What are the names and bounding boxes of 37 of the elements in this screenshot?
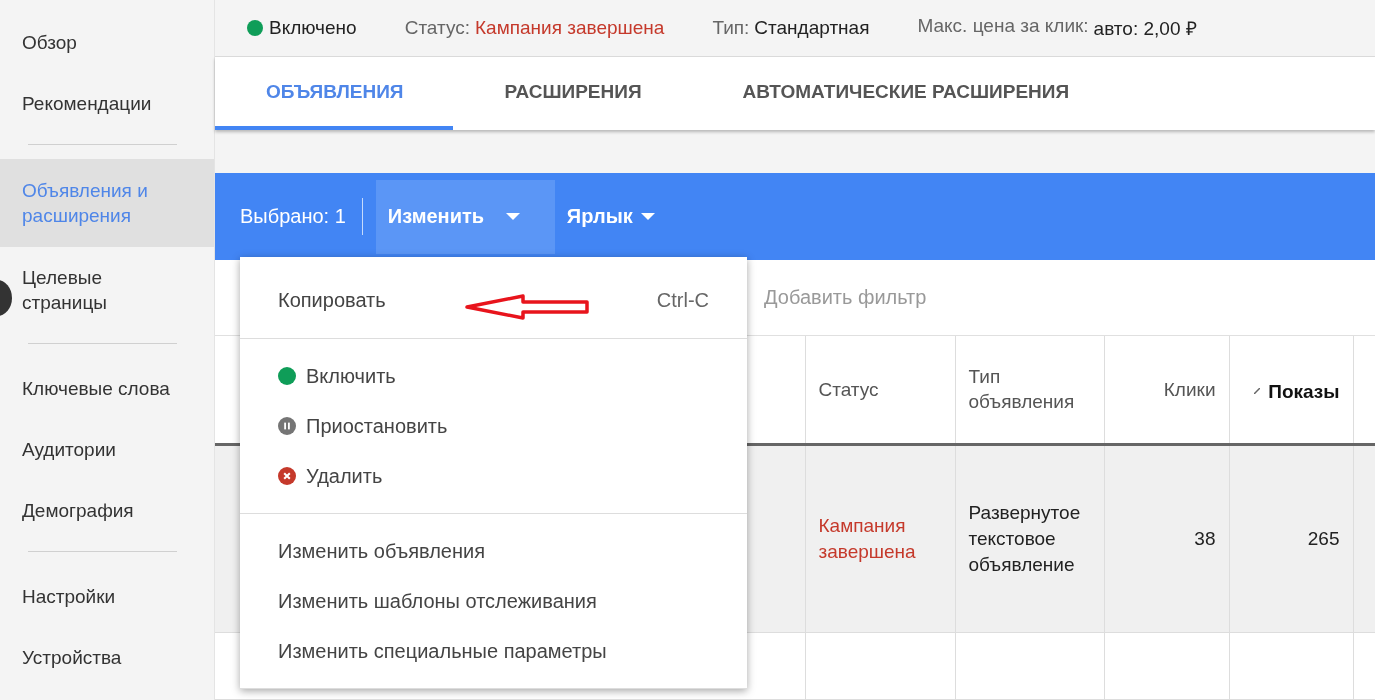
tab[interactable]: АВТОМАТИЧЕСКИЕ РАСШИРЕНИЯ [691,57,1120,131]
filter-field[interactable]: Добавить фильтр [762,284,1066,310]
field-value: авто: 2,00 ₽ [1093,17,1197,42]
menu-item[interactable]: Включить [240,351,747,401]
menu-item[interactable]: Копировать Ctrl-C [240,275,747,325]
tab[interactable]: РАСШИРЕНИЯ [453,57,692,131]
caret-icon [640,212,655,221]
sidebar-item[interactable]: Рекомендации [0,73,214,134]
sidebar-item[interactable]: Целевые страницы [0,247,214,333]
field-label: Статус: [404,17,470,40]
column-header[interactable]: Статус [818,377,942,402]
tab[interactable]: ОБЪЯВЛЕНИЯ [215,57,454,131]
sidebar-item[interactable]: Устройства [0,627,214,688]
column-header[interactable]: Тип объявления [968,364,1091,415]
table-cell: Развернутое текстовое объявление [968,502,1081,575]
sidebar-item[interactable]: Аудитории [0,419,214,480]
table-cell: 38 [1194,528,1216,549]
column-header[interactable]: Клики [1117,377,1216,402]
sidebar-item[interactable]: Настройки [0,566,214,627]
sidebar-item[interactable]: Демография [0,480,214,541]
column-header[interactable]: Показы [1268,378,1340,404]
menu-button[interactable]: Ярлык [554,179,667,254]
field-label: Тип: [712,17,750,40]
field-label: Макс. цена за клик: [917,15,1089,39]
field-value: Стандартная [754,17,870,40]
field-value: Кампания завершена [475,17,665,40]
table-cell: Кампания завершена [818,515,916,562]
table-cell: 265 [1307,528,1340,549]
menu-item[interactable]: Удалить [240,451,747,501]
sidebar-item[interactable]: Ключевые слова [0,358,214,419]
caret-icon [506,212,521,221]
menu-item[interactable]: Изменить шаблоны отслеживания [240,576,747,626]
shortcut-text: Ctrl-C [656,288,709,312]
sidebar-item[interactable]: Обзор [0,12,214,73]
status-text: Включено [269,17,357,40]
selection-count: Выбрано: 1 [240,197,363,235]
menu-item[interactable]: Изменить объявления [240,526,747,576]
